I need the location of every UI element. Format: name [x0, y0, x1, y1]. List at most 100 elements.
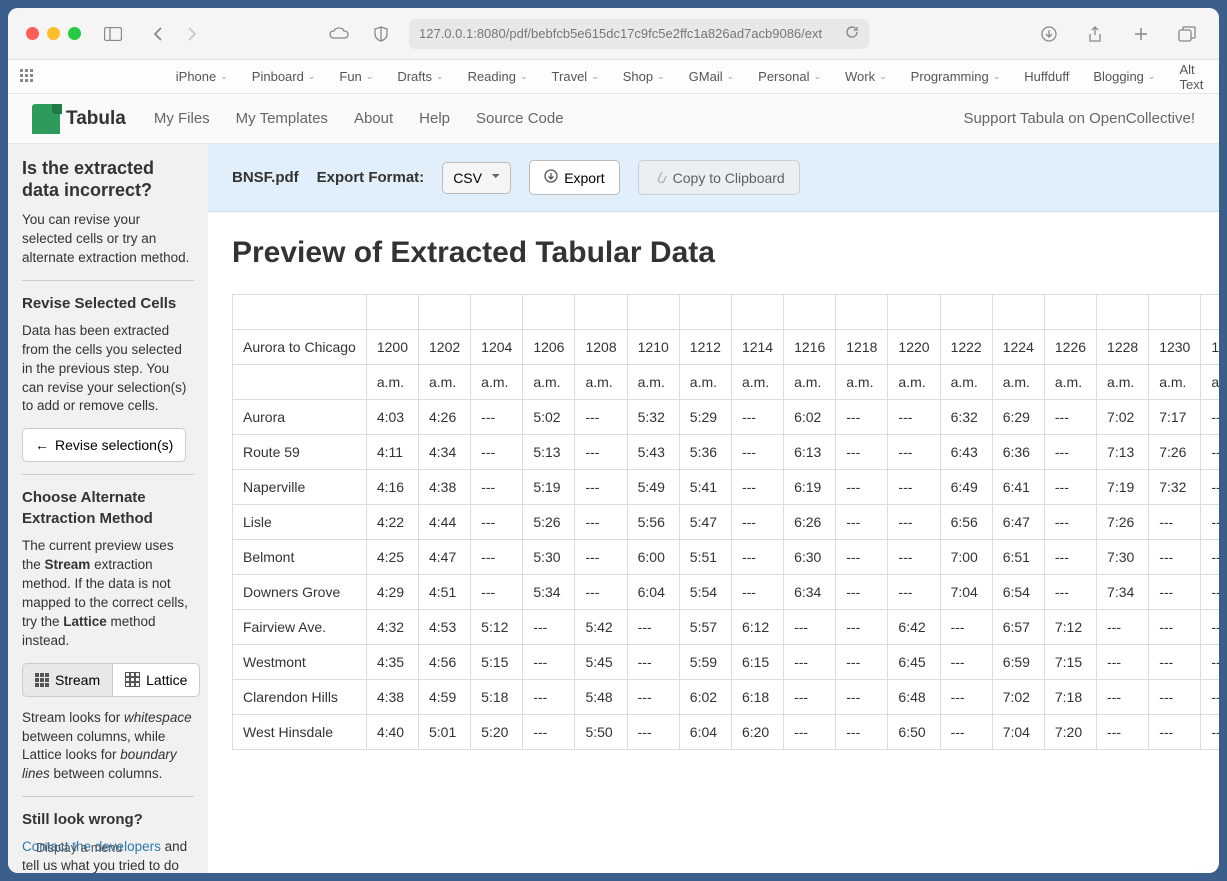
shield-icon[interactable] — [367, 20, 395, 48]
table-cell — [1097, 295, 1149, 330]
nav-link[interactable]: My Templates — [236, 110, 328, 127]
table-cell: 6:15 — [731, 645, 783, 680]
table-cell: 5:49 — [627, 470, 679, 505]
export-button[interactable]: Export — [529, 160, 619, 195]
table-cell: --- — [1201, 645, 1219, 680]
minimize-window[interactable] — [47, 27, 60, 40]
bookmark-item[interactable]: GMail⌄ — [689, 62, 735, 92]
bookmark-item[interactable]: Work⌄ — [845, 62, 887, 92]
bookmark-item[interactable]: Travel⌄ — [552, 62, 599, 92]
table-cell: 6:41 — [992, 470, 1044, 505]
bookmark-item[interactable]: Personal⌄ — [758, 62, 821, 92]
table-cell — [679, 295, 731, 330]
revise-selections-button[interactable]: ← Revise selection(s) — [22, 428, 186, 462]
reload-icon[interactable] — [845, 25, 859, 42]
table-cell — [575, 295, 627, 330]
table-cell: 7:26 — [1097, 505, 1149, 540]
table-cell: 7:02 — [992, 680, 1044, 715]
stream-method-button[interactable]: Stream — [22, 663, 113, 697]
table-cell: --- — [627, 680, 679, 715]
table-cell: a.m. — [1044, 365, 1096, 400]
table-cell: --- — [784, 610, 836, 645]
table-cell: 5:41 — [679, 470, 731, 505]
table-row: Naperville4:164:38---5:19---5:495:41---6… — [233, 470, 1220, 505]
table-cell: --- — [731, 470, 783, 505]
table-cell — [523, 295, 575, 330]
bookmark-item[interactable]: Alt Text — [1179, 62, 1207, 92]
table-cell: 6:20 — [731, 715, 783, 750]
table-cell: 5:02 — [523, 400, 575, 435]
url-bar[interactable]: 127.0.0.1:8080/pdf/bebfcb5e615dc17c9fc5e… — [409, 19, 869, 49]
copy-clipboard-button[interactable]: Copy to Clipboard — [638, 160, 800, 195]
table-cell: --- — [1201, 610, 1219, 645]
table-row: Westmont4:354:565:15---5:45---5:596:15--… — [233, 645, 1220, 680]
table-cell: 1232 — [1201, 330, 1219, 365]
table-cell: --- — [523, 715, 575, 750]
bookmark-item[interactable]: Pinboard⌄ — [252, 62, 316, 92]
nav-link[interactable]: My Files — [154, 110, 210, 127]
nav-link[interactable]: Source Code — [476, 110, 564, 127]
tabs-icon[interactable] — [1173, 20, 1201, 48]
table-cell: --- — [836, 540, 888, 575]
maximize-window[interactable] — [68, 27, 81, 40]
bookmark-item[interactable]: iPhone⌄ — [176, 62, 228, 92]
table-cell: a.m. — [940, 365, 992, 400]
table-cell: --- — [836, 715, 888, 750]
table-cell: --- — [1149, 715, 1201, 750]
lattice-method-button[interactable]: Lattice — [113, 663, 200, 697]
table-cell: --- — [471, 400, 523, 435]
export-icon — [544, 169, 558, 186]
forward-button[interactable] — [177, 20, 205, 48]
table-cell: 4:56 — [419, 645, 471, 680]
bookmark-item[interactable]: Blogging⌄ — [1093, 62, 1155, 92]
sidebar-heading-revise: Revise Selected Cells — [22, 293, 194, 314]
table-cell: --- — [731, 400, 783, 435]
table-cell: Belmont — [233, 540, 367, 575]
table-cell: --- — [888, 505, 940, 540]
bookmark-item[interactable]: Huffduff — [1024, 62, 1069, 92]
table-cell: --- — [1201, 435, 1219, 470]
sidebar-text: You can revise your selected cells or tr… — [22, 211, 194, 268]
nav-link[interactable]: About — [354, 110, 393, 127]
share-icon[interactable] — [1081, 20, 1109, 48]
apps-icon[interactable] — [20, 69, 36, 85]
table-cell: 7:00 — [940, 540, 992, 575]
table-cell: 5:36 — [679, 435, 731, 470]
back-button[interactable] — [145, 20, 173, 48]
close-window[interactable] — [26, 27, 39, 40]
bookmark-item[interactable]: Drafts⌄ — [397, 62, 443, 92]
download-icon[interactable] — [1035, 20, 1063, 48]
table-cell: --- — [523, 680, 575, 715]
table-row: West Hinsdale4:405:015:20---5:50---6:046… — [233, 715, 1220, 750]
nav-link[interactable]: Help — [419, 110, 450, 127]
bookmark-item[interactable]: Programming⌄ — [911, 62, 1001, 92]
new-tab-icon[interactable] — [1127, 20, 1155, 48]
table-cell: 4:16 — [366, 470, 418, 505]
table-cell: 6:04 — [679, 715, 731, 750]
table-cell: --- — [836, 400, 888, 435]
cloud-icon[interactable] — [325, 20, 353, 48]
table-cell: a.m. — [679, 365, 731, 400]
bookmark-item[interactable]: Shop⌄ — [623, 62, 665, 92]
bookmark-item[interactable]: Fun⌄ — [339, 62, 373, 92]
table-cell: 7:26 — [1149, 435, 1201, 470]
pdf-filename: BNSF.pdf — [232, 169, 299, 186]
stream-icon — [35, 673, 49, 687]
table-cell: --- — [940, 645, 992, 680]
table-cell: 7:04 — [940, 575, 992, 610]
table-cell: 4:29 — [366, 575, 418, 610]
table-cell: 5:48 — [575, 680, 627, 715]
table-cell: --- — [836, 505, 888, 540]
table-cell: 4:11 — [366, 435, 418, 470]
tabula-logo[interactable]: Tabula — [32, 104, 126, 134]
support-link[interactable]: Support Tabula on OpenCollective! — [963, 110, 1195, 127]
table-cell — [888, 295, 940, 330]
table-cell: 5:42 — [575, 610, 627, 645]
table-cell: 1216 — [784, 330, 836, 365]
bookmark-item[interactable]: Reading⌄ — [468, 62, 528, 92]
table-cell: --- — [1149, 680, 1201, 715]
table-row: Downers Grove4:294:51---5:34---6:045:54-… — [233, 575, 1220, 610]
sidebar-toggle-icon[interactable] — [99, 20, 127, 48]
table-cell: a.m. — [1097, 365, 1149, 400]
export-format-select[interactable]: CSV — [442, 162, 511, 194]
